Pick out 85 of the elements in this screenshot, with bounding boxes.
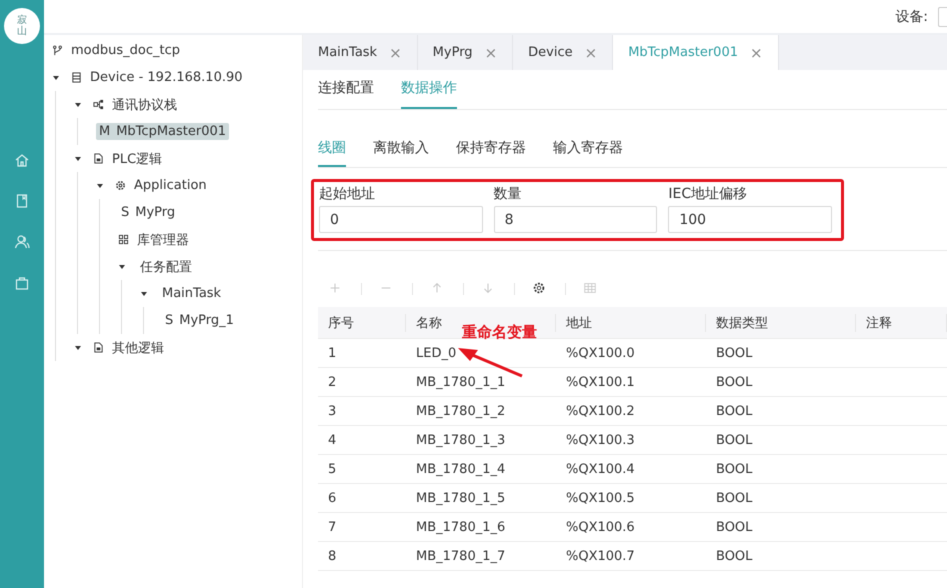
tree-item[interactable]: Device - 192.168.10.90 [87, 69, 246, 86]
close-icon[interactable]: × [750, 44, 763, 62]
document-icon [93, 153, 104, 164]
tree-item[interactable]: Application [131, 177, 210, 194]
table-cell: MB_1780_1_4 [416, 462, 506, 476]
table-cell: BOOL [716, 374, 752, 390]
input-field[interactable]: 100 [668, 206, 832, 233]
table-cell: %QX100.4 [566, 462, 635, 476]
table-cell: %QX100.3 [566, 432, 635, 448]
table-cell: %QX100.5 [566, 490, 635, 506]
table-cell: MB_1780_1_2 [416, 404, 506, 418]
column-header: 数据类型 [706, 314, 856, 332]
branch-icon [52, 45, 63, 56]
tree-item[interactable]: 其他逻辑 [109, 338, 167, 358]
device-icon [71, 72, 82, 83]
field-label: 起始地址 [319, 185, 376, 203]
table-cell: BOOL [716, 490, 752, 506]
column-header: 注释 [856, 314, 947, 332]
input-field[interactable]: 0 [319, 206, 483, 233]
table-cell: BOOL [716, 404, 752, 418]
table-cell: 6 [328, 490, 336, 506]
device-label: 设备: [895, 8, 928, 26]
column-header: 地址 [556, 314, 706, 332]
editor-tab[interactable]: MainTask × [303, 35, 418, 70]
table-cell: BOOL [716, 548, 752, 564]
caret-icon[interactable] [74, 100, 82, 108]
device-select[interactable] [938, 6, 947, 26]
caret-icon[interactable] [74, 154, 82, 162]
book-icon[interactable] [14, 193, 30, 209]
table-cell: 7 [328, 520, 336, 534]
caret-icon[interactable] [74, 344, 82, 352]
field-label: IEC地址偏移 [668, 185, 748, 203]
register-tab[interactable]: 保持寄存器 [456, 130, 526, 167]
tree-item[interactable]: 通讯协议栈 [109, 94, 180, 114]
annotation-text: 重命名变量 [462, 322, 537, 342]
logo: 寂山 [4, 8, 40, 44]
input-field[interactable]: 8 [494, 206, 658, 233]
gear-icon [115, 180, 126, 191]
editor-tab[interactable]: MyPrg × [418, 35, 514, 70]
register-tab[interactable]: 离散输入 [373, 130, 429, 167]
table-cell: BOOL [716, 462, 752, 476]
table-cell: 2 [328, 374, 336, 390]
editor-tab[interactable]: MbTcpMaster001 × [613, 35, 779, 70]
table-cell: %QX100.7 [566, 548, 635, 564]
table-cell: 4 [328, 432, 336, 448]
settings-icon[interactable] [532, 281, 546, 295]
tree-item[interactable]: MainTask [159, 285, 224, 302]
column-header: 序号 [318, 314, 406, 332]
caret-icon[interactable] [96, 182, 104, 190]
bag-icon[interactable] [14, 275, 30, 291]
table-cell: 3 [328, 404, 336, 418]
table-cell: %QX100.0 [566, 346, 635, 360]
table-cell: MB_1780_1_3 [416, 432, 506, 448]
home-icon[interactable] [14, 152, 30, 168]
grid-icon [118, 234, 129, 245]
table-cell: MB_1780_1_6 [416, 520, 506, 534]
users-icon[interactable] [14, 234, 30, 250]
table-cell: 8 [328, 548, 336, 564]
tree-item[interactable]: modbus_doc_tcp [68, 42, 183, 59]
caret-icon[interactable] [118, 262, 126, 270]
register-tab[interactable]: 输入寄存器 [553, 130, 623, 167]
tree-item[interactable]: 任务配置 [137, 256, 195, 276]
tree-item[interactable]: PLC逻辑 [109, 148, 166, 168]
table-cell: BOOL [716, 520, 752, 534]
table-cell: BOOL [716, 346, 752, 360]
table-cell: 5 [328, 462, 336, 476]
section-tab[interactable]: 连接配置 [318, 70, 374, 109]
document-icon [93, 342, 104, 353]
caret-icon[interactable] [140, 290, 148, 298]
table-cell: MB_1780_1_5 [416, 490, 506, 506]
table-cell: %QX100.2 [566, 404, 635, 418]
table-cell: BOOL [716, 432, 752, 448]
field-label: 数量 [494, 185, 523, 203]
table-cell: 1 [328, 346, 336, 360]
caret-icon[interactable] [52, 74, 60, 82]
table-cell: MB_1780_1_1 [416, 374, 506, 390]
table-cell: %QX100.1 [566, 374, 635, 390]
table-cell: MB_1780_1_7 [416, 548, 506, 564]
tree-item[interactable]: S MyPrg_1 [162, 312, 237, 329]
tree-item[interactable]: M MbTcpMaster001 [96, 123, 230, 140]
table-cell: LED_0 [416, 346, 456, 360]
tree-item[interactable]: S MyPrg [118, 204, 178, 221]
network-icon [93, 99, 104, 110]
tree-item[interactable]: 库管理器 [134, 230, 192, 250]
table-cell: %QX100.6 [566, 520, 635, 534]
